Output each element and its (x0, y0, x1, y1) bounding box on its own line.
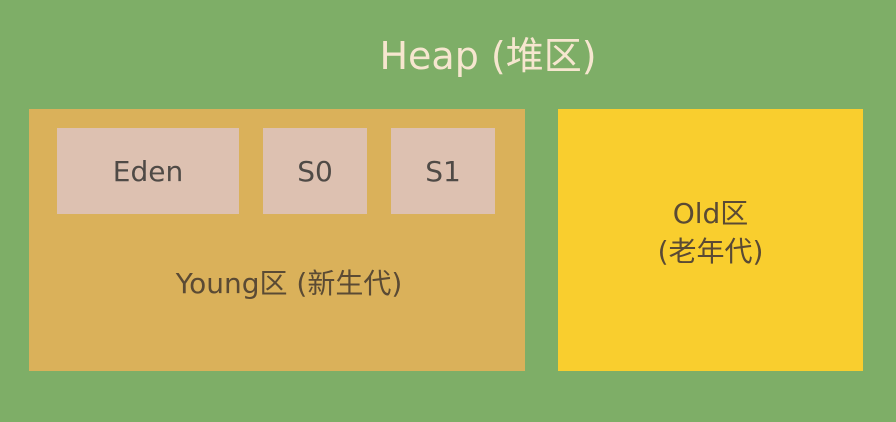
heap-title: Heap (堆区) (379, 34, 597, 78)
old-generation-sublabel: (老年代) (657, 235, 764, 268)
eden-space: Eden (57, 128, 239, 214)
old-generation-region: Old区 (老年代) (558, 109, 863, 371)
young-generation-label: Young区 (新生代) (175, 267, 403, 300)
heap-diagram: Heap (堆区) Eden S0 S1 Young区 (新生代) Old区 (… (0, 0, 896, 422)
old-generation-label: Old区 (672, 197, 749, 230)
young-generation-region: Eden S0 S1 Young区 (新生代) (29, 109, 525, 371)
survivor-s1-space: S1 (391, 128, 495, 214)
survivor-s0-space: S0 (263, 128, 367, 214)
